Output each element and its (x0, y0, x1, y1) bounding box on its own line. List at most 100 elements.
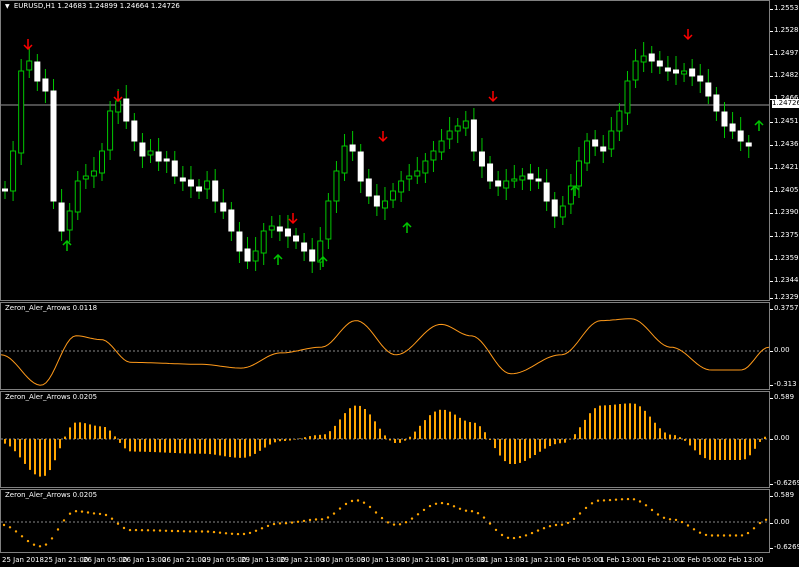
candle-body (390, 190, 397, 201)
indicator-dot (272, 522, 276, 526)
histogram-bar (279, 439, 281, 442)
candle-body (745, 142, 752, 147)
histogram-bar (549, 439, 551, 447)
indicator-pane-1[interactable]: Zeron_Aler_Arrows 0.0118 (0, 302, 770, 390)
indicator-dot (200, 530, 204, 533)
time-label: 1 Feb 13:00 (600, 556, 642, 564)
histogram-bar (19, 439, 21, 458)
candle-body (204, 180, 211, 190)
histogram-bar (724, 439, 726, 460)
sell-arrow-icon (113, 91, 123, 103)
indicator-dot (458, 507, 462, 510)
chart-title-bar: ▼ EURUSD,H1 1.24683 1.24899 1.24664 1.24… (5, 2, 180, 10)
histogram-bar (244, 439, 246, 458)
price-tick: 1.24510 (770, 117, 799, 125)
indicator-dot (176, 529, 180, 533)
candle-body (381, 200, 388, 209)
histogram-bar (204, 439, 206, 454)
histogram-bar (74, 422, 76, 439)
triangle-down-icon[interactable]: ▼ (5, 3, 10, 10)
histogram-bar (599, 405, 601, 439)
indicator-dot (566, 521, 570, 525)
indicator-dot (134, 528, 138, 532)
indicator-dot (8, 526, 12, 529)
ohlc-readout: 1.24683 1.24899 1.24664 1.24726 (57, 2, 180, 10)
histogram-bar (719, 439, 721, 460)
time-axis: 25 Jan 2018 25 Jan 21:00 26 Jan 05:00 26 Ja… (0, 553, 770, 567)
histogram-bar (304, 437, 306, 439)
indicator-dot (260, 527, 264, 530)
indicator-dot (554, 523, 558, 527)
histogram-bar (79, 422, 81, 439)
indicator-dot (482, 516, 486, 519)
candle-body (713, 94, 720, 112)
histogram-bar (349, 408, 351, 439)
histogram-bar (94, 425, 96, 439)
sell-arrow-icon (288, 213, 298, 225)
indicator-dot (632, 498, 636, 501)
candlestick-chart (1, 29, 769, 273)
candle-body (689, 68, 696, 77)
indicator-dot (488, 522, 492, 525)
indicator-dot (224, 532, 228, 535)
indicator-dot (428, 504, 432, 508)
indicator-dot (416, 513, 420, 516)
histogram-bar (409, 436, 411, 439)
time-label: 31 Jan 05:00 (441, 556, 486, 564)
histogram-bar (109, 430, 111, 439)
candle-body (495, 180, 502, 187)
time-label: 2 Feb 13:00 (722, 556, 764, 564)
histogram-bar (669, 434, 671, 439)
histogram-bar (199, 439, 201, 454)
time-label: 31 Jan 21:00 (520, 556, 565, 564)
time-label: 25 Jan 21:00 (44, 556, 89, 564)
indicator-pane-2[interactable]: Zeron_Aler_Arrows 0.0205 (0, 391, 770, 488)
candle-body (656, 60, 663, 67)
indicator-dot (716, 534, 720, 537)
candle-body (430, 150, 437, 161)
candle-body (721, 111, 728, 127)
indicator-dot (296, 520, 300, 523)
histogram-bar (254, 439, 256, 454)
histogram-bar (519, 439, 521, 463)
indicator-dot (44, 543, 48, 546)
histogram-bar (314, 435, 316, 439)
price-tick: 1.23750 (770, 231, 799, 239)
indicator-dot (128, 528, 132, 532)
indicator-dot (500, 533, 504, 537)
histogram-bar (224, 439, 226, 457)
candle-body (535, 178, 542, 182)
histogram-bar (29, 439, 31, 470)
histogram-bar (604, 405, 606, 439)
histogram-bar (614, 404, 616, 439)
histogram-bar (344, 413, 346, 439)
histogram-bar (149, 439, 151, 452)
indicator-dot (434, 502, 438, 505)
candle-body (196, 186, 203, 192)
indicator-dot (536, 529, 540, 532)
indicator-dot (650, 508, 654, 512)
candle-body (115, 100, 122, 113)
indicator-dot (122, 526, 126, 530)
indicator-pane-3[interactable]: Zeron_Aler_Arrows 0.0205 (0, 489, 770, 553)
indicator-dot (572, 517, 576, 521)
indicator-dot (722, 534, 726, 537)
histogram-bar (644, 410, 646, 439)
indicator-dot (380, 516, 384, 520)
price-chart-pane[interactable]: ▼ EURUSD,H1 1.24683 1.24899 1.24664 1.24… (0, 0, 770, 301)
histogram-bar (99, 426, 101, 439)
histogram-bar (749, 439, 751, 456)
indicator-dot (596, 499, 600, 502)
indicator-1-axis: 0.3757 0.00 -0.313 (770, 302, 799, 390)
candle-body (131, 120, 138, 142)
time-label: 2 Feb 05:00 (681, 556, 723, 564)
indicator-dot (686, 524, 690, 527)
indicator-dot (14, 530, 18, 533)
histogram-bar (284, 439, 286, 442)
histogram-bar (294, 439, 296, 440)
candle-body (600, 146, 607, 152)
indicator-dot (62, 519, 66, 522)
indicator-1-tick-bottom: -0.313 (770, 380, 797, 388)
indicator-1-tick-zero: 0.00 (770, 346, 790, 354)
histogram-bar (329, 431, 331, 439)
